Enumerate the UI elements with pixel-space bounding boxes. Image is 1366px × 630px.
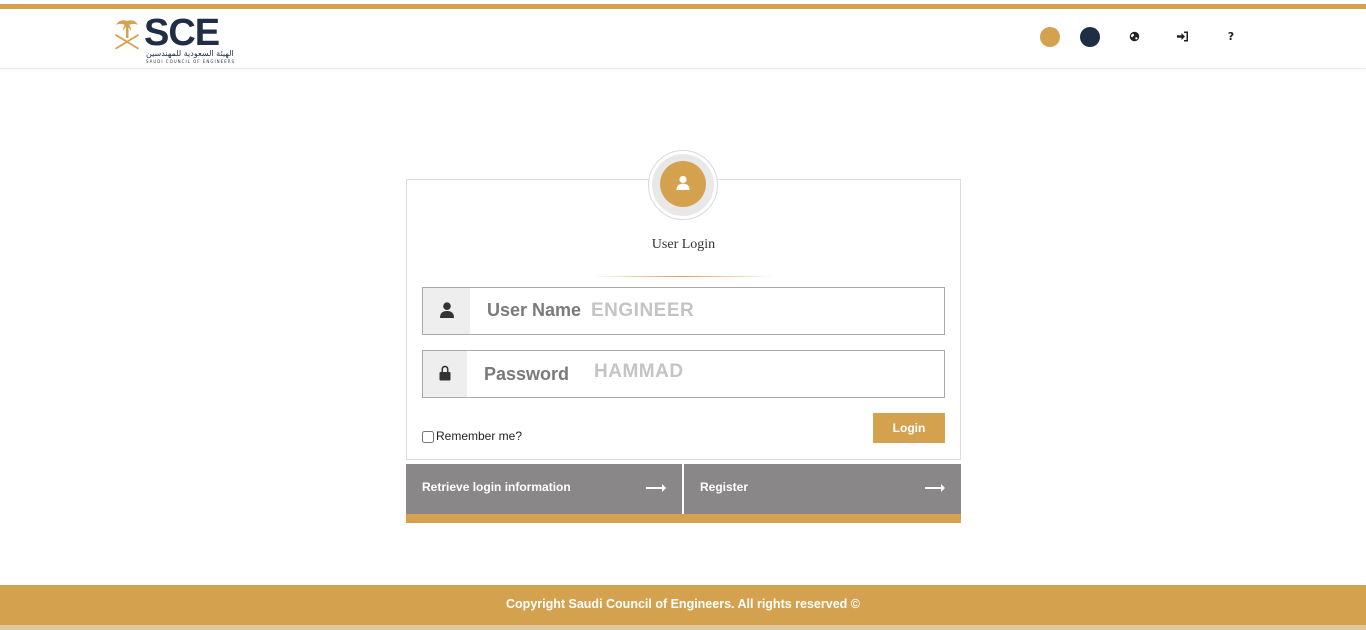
retrieve-login-label: Retrieve login information (422, 480, 571, 494)
theme-gold-button[interactable] (1040, 27, 1060, 47)
remember-me[interactable]: Remember me? (422, 429, 522, 443)
register-label: Register (700, 480, 749, 494)
sign-in-icon[interactable] (1175, 29, 1191, 45)
logo-wordmark: SCE (144, 12, 220, 54)
palm-swords-icon (115, 20, 139, 50)
login-button[interactable]: Login (873, 413, 945, 443)
password-value[interactable]: HAMMAD (594, 361, 684, 383)
retrieve-login-link[interactable]: Retrieve login information (406, 464, 682, 514)
login-title: User Login (651, 237, 716, 252)
logo-subtitle-english: SAUDI COUNCIL OF ENGINEERS (146, 59, 236, 64)
username-label: User Name (487, 300, 582, 320)
remember-me-label: Remember me? (436, 429, 523, 443)
copyright-text: Copyright Saudi Council of Engineers. Al… (506, 597, 860, 611)
theme-navy-button[interactable] (1080, 27, 1100, 47)
remember-me-checkbox[interactable] (422, 431, 434, 443)
globe-icon[interactable] (1126, 29, 1142, 45)
password-addon (423, 351, 467, 397)
arrow-right-icon (925, 484, 945, 492)
register-link[interactable]: Register (684, 464, 961, 514)
title-divider (592, 276, 774, 277)
footer: Copyright Saudi Council of Engineers. Al… (0, 585, 1366, 625)
user-icon (440, 302, 454, 318)
help-icon[interactable]: ? (1223, 29, 1239, 45)
username-addon (423, 288, 470, 334)
arrow-right-icon (646, 484, 666, 492)
bottom-links: Retrieve login information Register (406, 464, 961, 514)
lock-icon (439, 365, 451, 381)
sce-logo[interactable]: SCE الهيئة السعودية للمهندسين SAUDI COUN… (112, 12, 234, 65)
password-label: Password (484, 364, 570, 384)
user-avatar-icon (660, 161, 706, 207)
username-field[interactable]: User Name ENGINEER (422, 287, 945, 335)
logo-subtitle-arabic: الهيئة السعودية للمهندسين (146, 49, 234, 58)
links-accent-bar (406, 514, 961, 523)
password-field[interactable]: Password HAMMAD (422, 350, 945, 398)
header: SCE الهيئة السعودية للمهندسين SAUDI COUN… (0, 9, 1366, 69)
username-value[interactable]: ENGINEER (591, 300, 694, 322)
footer-bottom-line (0, 625, 1366, 630)
